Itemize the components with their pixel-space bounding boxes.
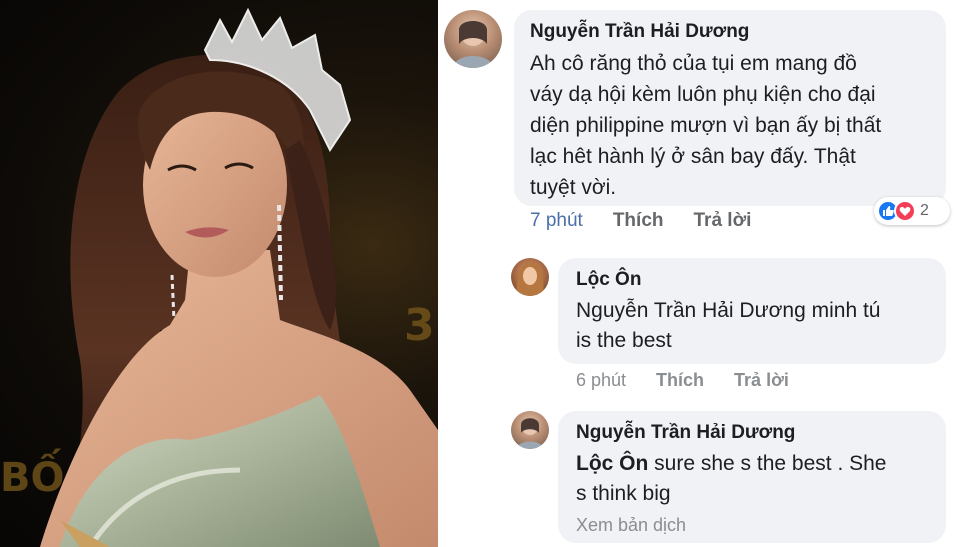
comment-actions: 7 phút Thích Trả lời [530,210,751,232]
reply-button[interactable]: Trả lời [734,370,789,391]
avatar-photo-icon [516,418,544,449]
comment-bubble: Lộc Ôn Nguyễn Trần Hải Dương minh tú is … [558,258,946,364]
love-icon [894,200,916,222]
comment-author[interactable]: Nguyễn Trần Hải Dương [576,421,928,445]
comment-text-line: diện philippine mượn vì bạn ấy bị thất [530,114,882,137]
like-button[interactable]: Thích [613,210,664,232]
comment-actions: 6 phút Thích Trả lời [576,370,789,391]
timestamp-link[interactable]: 7 phút [530,210,583,232]
comment-text-line: Ah cô răng thỏ của tụi em mang đồ [530,52,857,75]
comment-bubble: Nguyễn Trần Hải Dương Ah cô răng thỏ của… [514,10,946,206]
comment-text-line: tuyệt vời. [530,176,617,199]
woman-with-crown-illustration [40,7,438,547]
avatar[interactable] [511,258,549,296]
pageant-photo: 3 BỐ [0,0,438,547]
mention-link[interactable]: Lộc Ôn [576,452,648,475]
reaction-summary[interactable]: 2 [874,197,950,225]
comment-text-line: s think big [576,482,671,505]
comments-panel: Nguyễn Trần Hải Dương Ah cô răng thỏ của… [438,0,956,547]
comment-text: Ah cô răng thỏ của tụi em mang đồ váy dạ… [530,48,930,203]
comment-bubble: Nguyễn Trần Hải Dương Lộc Ôn sure she s … [558,411,946,543]
comment-text: Lộc Ôn sure she s the best . She s think… [576,449,928,509]
comment-author[interactable]: Nguyễn Trần Hải Dương [530,20,930,44]
comment-text: Nguyễn Trần Hải Dương minh tú is the bes… [576,296,928,356]
comment-text-fragment: sure she s the best . She [648,452,887,475]
avatar[interactable] [511,411,549,449]
comment-text-line: is the best [576,329,672,352]
comment-text-line: váy dạ hội kèm luôn phụ kiện cho đại [530,83,876,106]
comment-text-line: Lộc Ôn sure she s the best . She [576,449,928,479]
see-translation-link[interactable]: Xem bản dịch [576,515,928,536]
reaction-count: 2 [920,202,929,219]
avatar-photo-icon [452,21,494,68]
like-button[interactable]: Thích [656,370,704,391]
comment-text-line: Nguyễn Trần Hải Dương minh tú [576,299,881,322]
timestamp-link[interactable]: 6 phút [576,370,626,391]
comment-author[interactable]: Lộc Ôn [576,268,928,292]
avatar[interactable] [444,10,502,68]
comment-text-line: lạc hêt hành lý ở sân bay đấy. Thật [530,145,856,168]
reply-button[interactable]: Trả lời [694,210,752,232]
avatar-photo-icon [516,262,544,296]
